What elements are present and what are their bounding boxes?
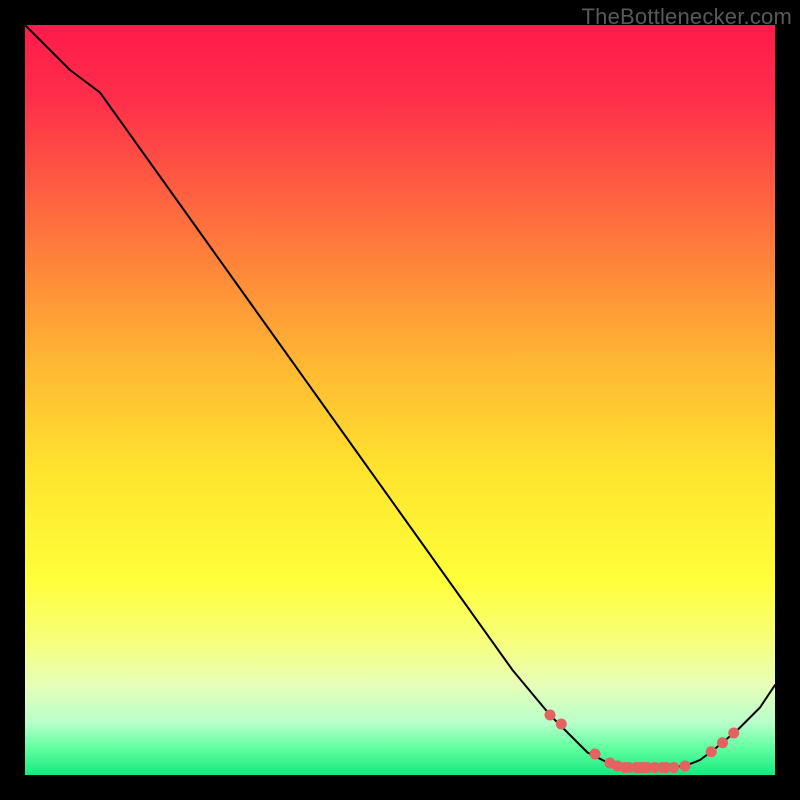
data-point	[590, 749, 601, 760]
chart-frame: TheBottlenecker.com	[0, 0, 800, 800]
data-point	[680, 761, 691, 772]
data-point	[728, 728, 739, 739]
data-point	[545, 710, 556, 721]
gradient-background	[25, 25, 775, 775]
data-point	[556, 719, 567, 730]
chart-svg	[25, 25, 775, 775]
data-point	[717, 737, 728, 748]
data-point	[706, 746, 717, 757]
plot-area	[25, 25, 775, 775]
data-point	[668, 762, 679, 773]
